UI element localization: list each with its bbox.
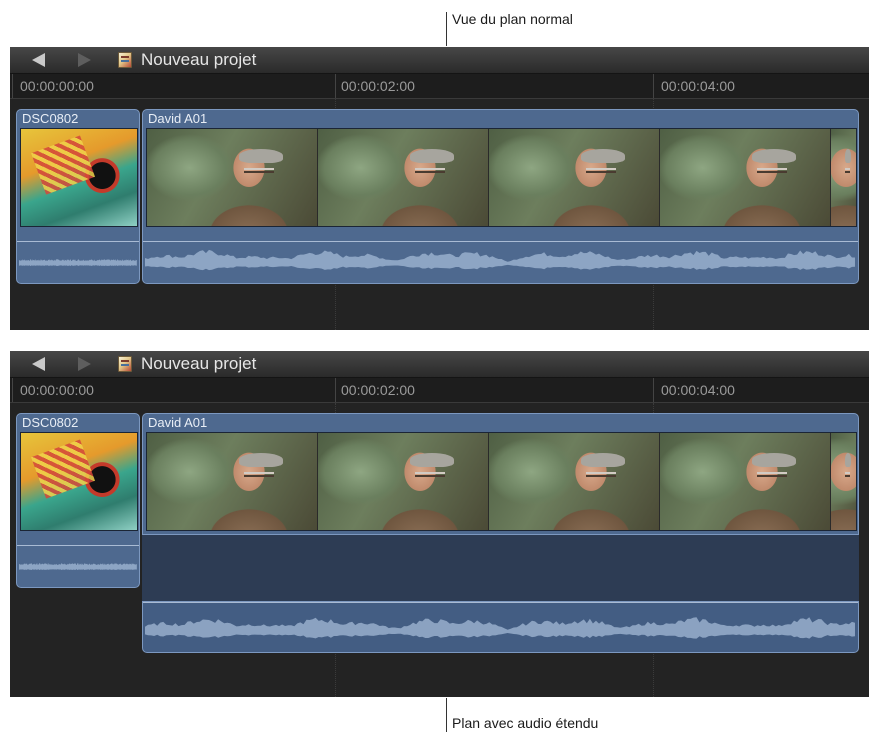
filmstrip-frame [489,433,659,530]
audio-separator [143,602,858,603]
ruler-tick [12,378,13,402]
timecode-label: 00:00:04:00 [661,382,735,398]
clip-name: DSC0802 [22,415,79,430]
filmstrip-frame [831,433,856,530]
callout-leader-line [446,12,447,46]
ruler-tick [653,378,654,402]
clip-thumbnail [21,433,137,530]
audio-separator [17,545,139,546]
triangle-left-icon[interactable] [32,357,45,371]
timecode-label: 00:00:00:00 [20,382,94,398]
audio-separator [17,241,139,242]
project-clapper-icon [118,52,132,68]
filmstrip-frame [147,129,317,226]
project-title[interactable]: Nouveau projet [141,50,256,70]
audio-waveform [145,610,856,650]
timecode-label: 00:00:04:00 [661,78,735,94]
clip-david-a01[interactable]: David A01 [142,413,859,535]
filmstrip-frame [318,433,488,530]
timecode-ruler[interactable]: 00:00:00:00 00:00:02:00 00:00:04:00 [10,74,869,99]
audio-waveform [145,243,856,281]
clip-filmstrip [146,432,857,531]
timeline-expanded-audio: Nouveau projet 00:00:00:00 00:00:02:00 0… [10,351,869,697]
audio-separator [143,241,858,242]
ruler-tick [335,74,336,98]
clip-david-a01[interactable]: David A01 [142,109,859,284]
filmstrip-frame [489,129,659,226]
timecode-ruler[interactable]: 00:00:00:00 00:00:02:00 00:00:04:00 [10,378,869,403]
filmstrip-frame [660,433,830,530]
audio-waveform [19,243,137,281]
timeline-normal: Nouveau projet 00:00:00:00 00:00:02:00 0… [10,47,869,330]
timeline-toolbar: Nouveau projet [10,351,869,378]
clip-filmstrip [146,128,857,227]
timecode-label: 00:00:02:00 [341,78,415,94]
filmstrip-frame [318,129,488,226]
ruler-tick [335,378,336,402]
filmstrip-frame [831,129,856,226]
clip-thumbnail [21,129,137,226]
expanded-gap [142,535,859,601]
filmstrip-frame [660,129,830,226]
project-clapper-icon [118,356,132,372]
filmstrip-frame [147,433,317,530]
triangle-right-icon[interactable] [78,53,91,67]
callout-expanded-audio: Plan avec audio étendu [452,715,599,731]
audio-waveform [19,547,137,585]
timecode-label: 00:00:02:00 [341,382,415,398]
timecode-label: 00:00:00:00 [20,78,94,94]
clip-name: David A01 [148,111,208,126]
clip-filmstrip [20,128,138,227]
clip-dsc0802[interactable]: DSC0802 [16,109,140,284]
timeline-toolbar: Nouveau projet [10,47,869,74]
clip-david-a01-audio[interactable] [142,601,859,653]
clip-filmstrip [20,432,138,531]
clip-dsc0802[interactable]: DSC0802 [16,413,140,588]
callout-leader-line [446,698,447,732]
project-title[interactable]: Nouveau projet [141,354,256,374]
callout-normal-view: Vue du plan normal [452,11,573,27]
ruler-tick [12,74,13,98]
ruler-tick [653,74,654,98]
clip-name: DSC0802 [22,111,79,126]
triangle-left-icon[interactable] [32,53,45,67]
triangle-right-icon[interactable] [78,357,91,371]
clip-name: David A01 [148,415,208,430]
